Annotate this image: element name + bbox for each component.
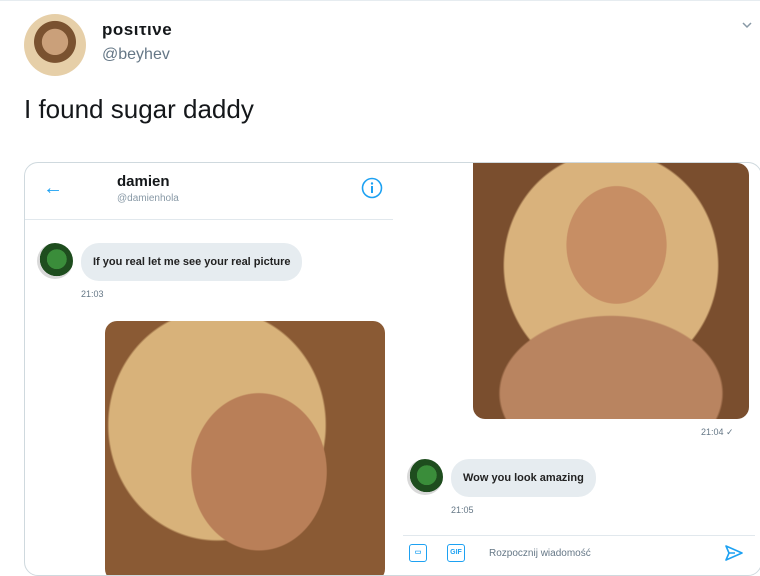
contact-avatar [37,243,73,279]
dm-header-divider [25,219,393,220]
dm-contact-name: damien [117,173,170,190]
dm-compose-bar: ▭ GIF [403,535,755,572]
tweet-image-card[interactable]: ← damien @damienhola If you real let me … [24,162,760,576]
message-time: 21:05 [451,505,474,515]
sent-photo [105,321,385,575]
message-time: 21:04 ✓ [701,427,734,437]
author-avatar[interactable] [24,14,86,76]
top-divider [0,0,760,1]
chevron-down-icon[interactable] [742,20,752,30]
dm-screenshot-left: ← damien @damienhola If you real let me … [25,163,393,575]
tweet-text: I found sugar daddy [24,94,254,124]
author-display-name[interactable]: posιτινe [102,20,172,40]
image-icon: ▭ [409,544,427,562]
send-icon [725,545,743,561]
info-icon [361,177,383,199]
message-input [489,540,709,566]
gif-icon: GIF [447,544,465,562]
dm-contact-handle: @damienhola [117,193,179,204]
arrow-left-icon: ← [43,177,63,199]
message-bubble: Wow you look amazing [451,459,596,497]
message-time: 21:03 [81,289,104,299]
sent-photo [473,163,749,419]
contact-avatar [407,459,443,495]
message-bubble: If you real let me see your real picture [81,243,303,281]
author-handle[interactable]: @beyhev [102,46,170,64]
